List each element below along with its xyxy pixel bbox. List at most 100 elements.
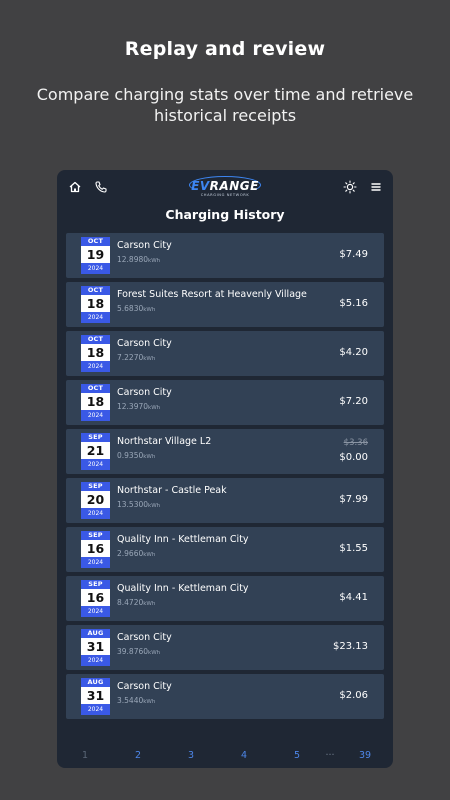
energy-unit: kWh xyxy=(143,454,156,460)
site-name: Carson City xyxy=(117,240,172,251)
energy-value: 39.8760 xyxy=(117,647,149,656)
charging-session-card[interactable]: OCT 18 2024 Forest Suites Resort at Heavenl… xyxy=(66,282,384,327)
session-price: $0.00 xyxy=(339,452,368,463)
date-month: SEP xyxy=(81,482,110,491)
date-calendar-icon: OCT 19 2024 xyxy=(81,237,110,274)
promo-subtitle: Compare charging stats over time and ret… xyxy=(36,85,414,125)
date-day: 18 xyxy=(81,295,110,312)
energy-delivered: 3.5440kWh xyxy=(117,696,155,705)
date-month: SEP xyxy=(81,433,110,442)
date-year: 2024 xyxy=(81,704,110,715)
promo-title: Replay and review xyxy=(124,38,326,60)
charging-session-card[interactable]: SEP 16 2024 Quality Inn - Kettleman City 8.4… xyxy=(66,576,384,621)
page-link[interactable]: 3 xyxy=(181,750,201,761)
charging-session-card[interactable]: OCT 18 2024 Carson City 12.3970kWh $7.20 xyxy=(66,380,384,425)
date-day: 16 xyxy=(81,540,110,557)
energy-unit: kWh xyxy=(143,356,156,362)
page-link[interactable]: 1 xyxy=(75,750,95,761)
site-name: Northstar - Castle Peak xyxy=(117,485,227,496)
theme-sun-icon[interactable] xyxy=(342,179,358,195)
app-screen: EVRANGE CHARGING NETWORK Charging Histor… xyxy=(57,170,393,768)
energy-value: 0.9350 xyxy=(117,451,144,460)
site-name: Carson City xyxy=(117,338,172,349)
date-calendar-icon: SEP 20 2024 xyxy=(81,482,110,519)
page-link[interactable]: 5 xyxy=(287,750,307,761)
energy-unit: kWh xyxy=(143,699,156,705)
date-calendar-icon: SEP 16 2024 xyxy=(81,580,110,617)
date-calendar-icon: SEP 16 2024 xyxy=(81,531,110,568)
date-year: 2024 xyxy=(81,459,110,470)
session-price: $23.13 xyxy=(333,641,368,652)
session-price: $7.99 xyxy=(339,494,368,505)
date-year: 2024 xyxy=(81,557,110,568)
date-month: AUG xyxy=(81,629,110,638)
charging-session-card[interactable]: AUG 31 2024 Carson City 3.5440kWh $2.06 xyxy=(66,674,384,719)
date-year: 2024 xyxy=(81,655,110,666)
menu-icon[interactable] xyxy=(368,179,384,195)
date-day: 31 xyxy=(81,638,110,655)
date-calendar-icon: AUG 31 2024 xyxy=(81,678,110,715)
site-name: Carson City xyxy=(117,387,172,398)
energy-value: 3.5440 xyxy=(117,696,144,705)
charging-history-list: OCT 19 2024 Carson City 12.8980kWh $7.49 OCT 18… xyxy=(66,233,384,723)
date-month: OCT xyxy=(81,237,110,246)
home-icon[interactable] xyxy=(67,179,83,195)
energy-unit: kWh xyxy=(148,503,161,509)
date-year: 2024 xyxy=(81,312,110,323)
energy-delivered: 39.8760kWh xyxy=(117,647,160,656)
charging-session-card[interactable]: OCT 18 2024 Carson City 7.2270kWh $4.20 xyxy=(66,331,384,376)
session-price: $1.55 xyxy=(339,543,368,554)
energy-delivered: 13.5300kWh xyxy=(117,500,160,509)
original-price: $3.36 xyxy=(343,438,368,448)
session-price: $5.16 xyxy=(339,298,368,309)
page-link-last[interactable]: 39 xyxy=(355,750,375,761)
site-name: Northstar Village L2 xyxy=(117,436,212,447)
energy-value: 12.3970 xyxy=(117,402,149,411)
date-calendar-icon: OCT 18 2024 xyxy=(81,286,110,323)
date-month: OCT xyxy=(81,384,110,393)
session-price: $4.41 xyxy=(339,592,368,603)
session-price: $2.06 xyxy=(339,690,368,701)
energy-unit: kWh xyxy=(148,650,161,656)
date-calendar-icon: OCT 18 2024 xyxy=(81,335,110,372)
energy-value: 2.9660 xyxy=(117,549,144,558)
pagination: 1 2 3 4 5 ··· 39 xyxy=(57,750,393,764)
energy-value: 5.6830 xyxy=(117,304,144,313)
date-year: 2024 xyxy=(81,361,110,372)
date-year: 2024 xyxy=(81,263,110,274)
top-bar: EVRANGE CHARGING NETWORK xyxy=(57,170,393,204)
energy-unit: kWh xyxy=(148,258,161,264)
date-day: 18 xyxy=(81,344,110,361)
energy-value: 7.2270 xyxy=(117,353,144,362)
date-calendar-icon: SEP 21 2024 xyxy=(81,433,110,470)
date-day: 20 xyxy=(81,491,110,508)
site-name: Forest Suites Resort at Heavenly Village xyxy=(117,289,307,300)
charging-session-card[interactable]: OCT 19 2024 Carson City 12.8980kWh $7.49 xyxy=(66,233,384,278)
phone-icon[interactable] xyxy=(93,179,109,195)
date-day: 19 xyxy=(81,246,110,263)
charging-session-card[interactable]: SEP 16 2024 Quality Inn - Kettleman City 2.9… xyxy=(66,527,384,572)
date-month: SEP xyxy=(81,580,110,589)
energy-unit: kWh xyxy=(143,552,156,558)
logo-ev: EV xyxy=(191,179,210,193)
date-month: SEP xyxy=(81,531,110,540)
charging-session-card[interactable]: SEP 20 2024 Northstar - Castle Peak 13.5300k… xyxy=(66,478,384,523)
date-month: AUG xyxy=(81,678,110,687)
evrange-logo[interactable]: EVRANGE CHARGING NETWORK xyxy=(187,176,263,202)
energy-value: 8.4720 xyxy=(117,598,144,607)
energy-delivered: 8.4720kWh xyxy=(117,598,155,607)
energy-delivered: 12.3970kWh xyxy=(117,402,160,411)
site-name: Carson City xyxy=(117,681,172,692)
session-price: $7.20 xyxy=(339,396,368,407)
date-day: 21 xyxy=(81,442,110,459)
charging-session-card[interactable]: SEP 21 2024 Northstar Village L2 0.9350kWh $3… xyxy=(66,429,384,474)
session-price: $7.49 xyxy=(339,249,368,260)
date-calendar-icon: AUG 31 2024 xyxy=(81,629,110,666)
page-link[interactable]: 2 xyxy=(128,750,148,761)
charging-session-card[interactable]: AUG 31 2024 Carson City 39.8760kWh $23.13 xyxy=(66,625,384,670)
logo-wordmark: EVRANGE xyxy=(187,180,263,192)
page-title: Charging History xyxy=(165,207,285,222)
date-year: 2024 xyxy=(81,508,110,519)
site-name: Quality Inn - Kettleman City xyxy=(117,583,249,594)
page-link[interactable]: 4 xyxy=(234,750,254,761)
